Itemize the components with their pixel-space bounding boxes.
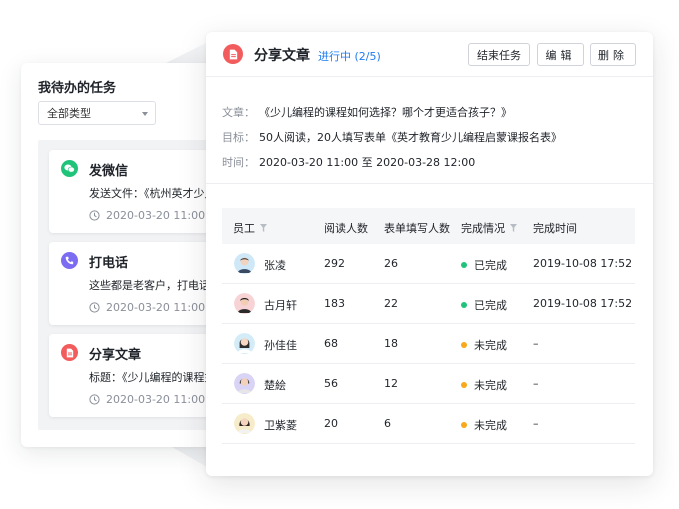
- completion-status: 未完成: [461, 337, 507, 353]
- employee-table: 员工 阅读人数 表单填写人数 完成情况 完成时间 张凌 292 26 已完成 2…: [222, 208, 635, 444]
- completion-status-text: 已完成: [474, 299, 507, 312]
- form-count: 26: [384, 257, 398, 270]
- column-reads-label: 阅读人数: [324, 222, 368, 235]
- completion-status: 未完成: [461, 377, 507, 393]
- task-desc: 这些都是老客户，打电话河: [89, 279, 221, 292]
- wechat-icon: [61, 160, 78, 177]
- status-badge: 进行中 (2/5): [318, 50, 381, 63]
- clock-icon: [89, 209, 100, 221]
- column-forms-label: 表单填写人数: [384, 222, 450, 235]
- table-row[interactable]: 楚絵 56 12 未完成 –: [222, 364, 635, 404]
- article-label: 文章：: [222, 106, 255, 119]
- goal-label: 目标：: [222, 131, 255, 144]
- completion-status-text: 未完成: [474, 419, 507, 432]
- form-count: 12: [384, 377, 398, 390]
- completion-status-text: 未完成: [474, 339, 507, 352]
- task-time: 2020-03-20 11:00 至: [89, 299, 220, 315]
- detail-header: 分享文章 进行中 (2/5) 结束任务 编辑 删除: [206, 32, 653, 77]
- document-icon: [223, 44, 243, 64]
- completion-status-text: 未完成: [474, 379, 507, 392]
- task-time-text: 2020-03-20 11:00 至: [106, 393, 220, 406]
- task-time: 2020-03-20 11:00 至: [89, 391, 220, 407]
- form-count: 18: [384, 337, 398, 350]
- column-reads: 阅读人数: [324, 220, 368, 236]
- goal-info: 目标： 50人阅读，20人填写表单《英才教育少儿编程启蒙课报名表》: [222, 129, 562, 145]
- task-time-text: 2020-03-20 11:00 至: [106, 301, 220, 314]
- task-detail-panel: 分享文章 进行中 (2/5) 结束任务 编辑 删除 文章： 《少儿编程的课程如何…: [206, 32, 653, 476]
- delete-button[interactable]: 删除: [590, 43, 636, 66]
- form-count: 6: [384, 417, 391, 430]
- table-row[interactable]: 古月轩 183 22 已完成 2019-10-08 17:52: [222, 284, 635, 324]
- task-type-select[interactable]: 全部类型: [38, 101, 156, 125]
- status-dot: [461, 382, 467, 388]
- task-time-text: 2020-03-20 11:00 至: [106, 209, 220, 222]
- task-title: 打电话: [89, 256, 129, 271]
- article-value: 《少儿编程的课程如何选择？哪个才更适合孩子？》: [259, 106, 512, 119]
- done-time: –: [533, 337, 539, 350]
- avatar: [234, 373, 255, 394]
- clock-icon: [89, 393, 100, 405]
- todo-panel-title: 我待办的任务: [38, 81, 117, 96]
- status-dot: [461, 262, 467, 268]
- employee-name: 楚絵: [264, 379, 286, 392]
- detail-title: 分享文章: [254, 48, 310, 64]
- read-count: 56: [324, 377, 338, 390]
- read-count: 183: [324, 297, 345, 310]
- done-time: 2019-10-08 17:52: [533, 297, 633, 310]
- done-time: –: [533, 417, 539, 430]
- column-employee[interactable]: 员工: [233, 220, 267, 236]
- task-desc: 标题：《少儿编程的课程如: [89, 371, 216, 384]
- completion-status: 已完成: [461, 257, 507, 273]
- form-count: 22: [384, 297, 398, 310]
- divider: [206, 183, 653, 184]
- document-icon: [61, 344, 78, 361]
- table-row[interactable]: 孙佳佳 68 18 未完成 –: [222, 324, 635, 364]
- status-dot: [461, 422, 467, 428]
- task-desc: 发送文件：《杭州英才少儿: [89, 187, 216, 200]
- status-dot: [461, 342, 467, 348]
- read-count: 292: [324, 257, 345, 270]
- filter-icon[interactable]: [260, 224, 267, 232]
- avatar: [234, 253, 255, 274]
- completion-status: 已完成: [461, 297, 507, 313]
- avatar: [234, 293, 255, 314]
- task-title: 分享文章: [89, 348, 142, 363]
- column-status-label: 完成情况: [461, 222, 505, 235]
- time-label: 时间：: [222, 156, 255, 169]
- completion-status: 未完成: [461, 417, 507, 433]
- avatar: [234, 333, 255, 354]
- employee-name: 孙佳佳: [264, 339, 297, 352]
- goal-value: 50人阅读，20人填写表单《英才教育少儿编程启蒙课报名表》: [259, 131, 562, 144]
- time-info: 时间： 2020-03-20 11:00 至 2020-03-28 12:00: [222, 154, 475, 170]
- read-count: 68: [324, 337, 338, 350]
- employee-name: 古月轩: [264, 299, 297, 312]
- edit-button[interactable]: 编辑: [537, 43, 584, 66]
- column-done-time-label: 完成时间: [533, 222, 577, 235]
- table-row[interactable]: 张凌 292 26 已完成 2019-10-08 17:52: [222, 244, 635, 284]
- time-value: 2020-03-20 11:00 至 2020-03-28 12:00: [259, 156, 476, 169]
- read-count: 20: [324, 417, 338, 430]
- filter-icon[interactable]: [510, 224, 517, 232]
- status-dot: [461, 302, 467, 308]
- end-task-button[interactable]: 结束任务: [468, 43, 530, 66]
- article-info: 文章： 《少儿编程的课程如何选择？哪个才更适合孩子？》: [222, 104, 512, 120]
- column-done-time: 完成时间: [533, 220, 577, 236]
- employee-name: 张凌: [264, 259, 286, 272]
- task-title: 发微信: [89, 164, 129, 179]
- phone-icon: [61, 252, 78, 269]
- completion-status-text: 已完成: [474, 259, 507, 272]
- task-time: 2020-03-20 11:00 至: [89, 207, 220, 223]
- avatar: [234, 413, 255, 434]
- chevron-down-icon: [142, 112, 148, 116]
- column-forms: 表单填写人数: [384, 220, 450, 236]
- table-row[interactable]: 卫紫菱 20 6 未完成 –: [222, 404, 635, 444]
- column-employee-label: 员工: [233, 222, 255, 235]
- employee-name: 卫紫菱: [264, 419, 297, 432]
- column-status[interactable]: 完成情况: [461, 220, 517, 236]
- done-time: 2019-10-08 17:52: [533, 257, 633, 270]
- clock-icon: [89, 301, 100, 313]
- table-header: 员工 阅读人数 表单填写人数 完成情况 完成时间: [222, 208, 635, 244]
- done-time: –: [533, 377, 539, 390]
- task-type-select-value: 全部类型: [47, 107, 91, 120]
